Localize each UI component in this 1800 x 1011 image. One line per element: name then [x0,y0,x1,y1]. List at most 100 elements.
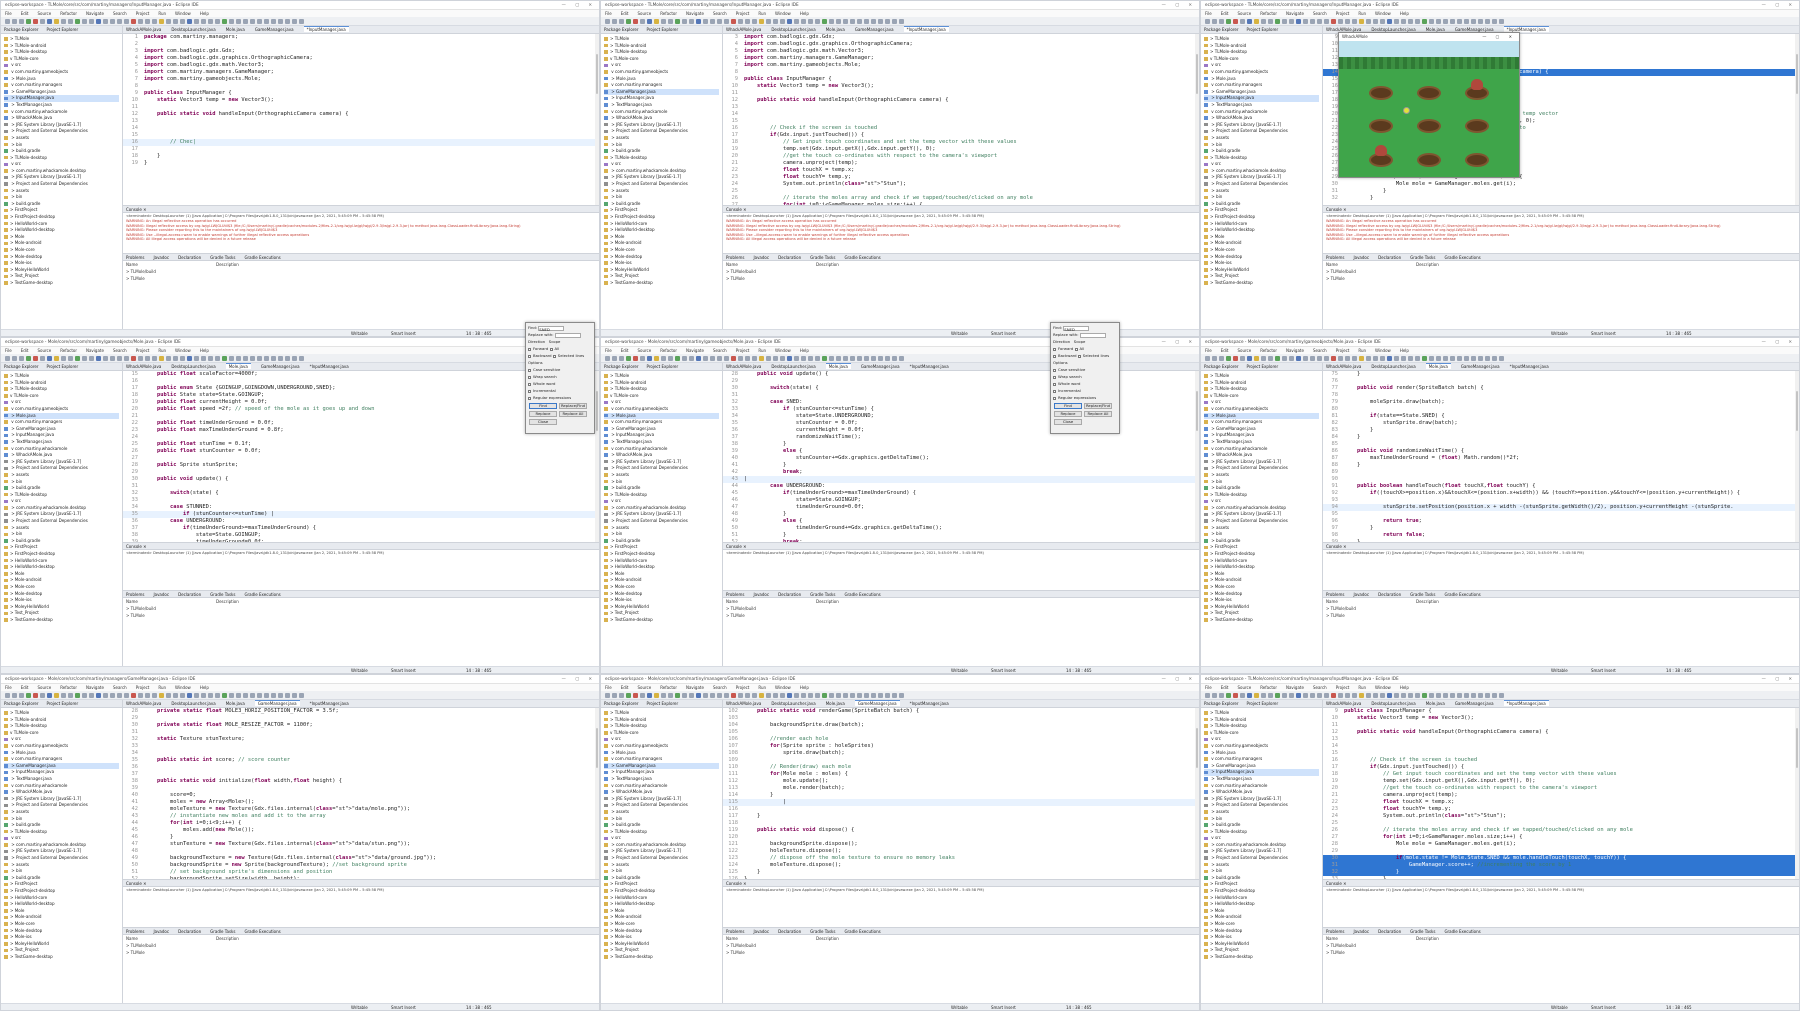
tree-item[interactable]: > Test_Project [604,947,719,954]
toolbar-button-icon[interactable] [724,693,729,698]
game-canvas[interactable] [1339,41,1519,177]
code-line[interactable]: 49 else { [723,518,1199,525]
mole-hole[interactable] [1465,153,1489,167]
tree-item[interactable]: v TLMole-core [604,730,719,737]
tree-item[interactable]: > JRE System Library [JavaSE-1.7] [1204,122,1319,129]
editor-tab[interactable]: GameManager.java [1455,701,1494,706]
tree-item[interactable]: v TLMole-core [4,730,119,737]
tree-item[interactable]: > com.martiny.whackamole.desktop [4,505,119,512]
code-line[interactable]: 116 [723,806,1199,813]
menu-item[interactable]: Window [175,685,191,690]
toolbar-button-icon[interactable] [794,19,799,24]
toolbar-button-icon[interactable] [612,356,617,361]
tree-item[interactable]: > build.gradle [1204,822,1319,829]
tree-item[interactable]: v com.martiny.managers [604,419,719,426]
problems-column[interactable]: Description [216,262,306,267]
tree-item[interactable]: > TLMole-desktop [1204,829,1319,836]
menu-item[interactable]: Project [736,11,750,16]
scroll-thumb[interactable] [1196,728,1198,768]
menu-item[interactable]: Help [800,11,809,16]
menu-item[interactable]: Source [37,685,51,690]
toolbar-button-icon[interactable] [1303,693,1308,698]
problems-tab[interactable]: Javadoc [753,255,769,260]
toolbar-button-icon[interactable] [1478,356,1483,361]
menu-item[interactable]: Source [1237,11,1251,16]
code-line[interactable]: 77 public void render(SpriteBatch batch)… [1323,385,1799,392]
toolbar-button-icon[interactable] [257,19,262,24]
toolbar-button-icon[interactable] [1492,693,1497,698]
tree-item[interactable]: > FirstProject-desktop [1204,551,1319,558]
eclipse-window[interactable]: eclipse-workspace - Mole/core/src/com/ma… [0,337,600,674]
tree-item[interactable]: > HelloWorld-core [604,895,719,902]
scroll-thumb[interactable] [596,728,598,768]
problems-panel[interactable]: Problems Javadoc Declaration Gradle Tasks Gr… [723,591,1199,666]
tree-item[interactable]: > TestGame-desktop [604,954,719,961]
backward-radio[interactable] [1053,354,1056,358]
toolbar-button-icon[interactable] [166,693,171,698]
tree-item[interactable]: > GameManager.java [4,762,119,770]
code-line[interactable]: 7 import com.martiny.gameobjects.Mole; [123,76,599,83]
tree-item[interactable]: > Mole-ios [604,934,719,941]
toolbar-button-icon[interactable] [215,19,220,24]
eclipse-window[interactable]: eclipse-workspace - TLMole/core/src/com/… [1200,674,1800,1011]
scroll-thumb[interactable] [1796,54,1798,94]
problems-item[interactable]: > TLMole/build [123,942,599,949]
package-explorer[interactable]: Package Explorer Project Explorer > TLMole… [1,363,123,666]
toolbar-button-icon[interactable] [1275,356,1280,361]
tree-item[interactable]: > JRE System Library [JavaSE-1.7] [4,796,119,803]
replace-find-button[interactable]: Replace/Find [559,403,587,409]
menu-item[interactable]: Project [1336,348,1350,353]
tree-item[interactable]: > com.martiny.whackamole.desktop [604,842,719,849]
code-line[interactable]: 111 for(Mole mole : moles) { [723,771,1199,778]
code-line[interactable]: 94 stunSprite.setPosition(position.x + w… [1323,504,1799,511]
toolbar-button-icon[interactable] [1338,693,1343,698]
problems-panel[interactable]: Problems Javadoc Declaration Gradle Tasks Gr… [123,254,599,329]
tree-item[interactable]: v src [604,498,719,505]
tree-item[interactable]: > Mole.java [4,750,119,757]
toolbar-button-icon[interactable] [1380,19,1385,24]
tree-item[interactable]: > TLMole-desktop [4,386,119,393]
forward-radio[interactable] [1053,347,1056,351]
tree-item[interactable]: > HelloWorld-desktop [1204,564,1319,571]
code-line[interactable]: 119 public static void dispose() { [723,827,1199,834]
code-line[interactable]: 18 } [123,153,599,160]
tree-item[interactable]: > Test_Project [1204,610,1319,617]
tree-item[interactable]: > Mole [4,571,119,578]
toolbar-button-icon[interactable] [96,356,101,361]
console-tab[interactable]: Console ✕ [723,206,1199,213]
problems-tab[interactable]: Problems [126,255,144,260]
code-line[interactable]: 30 switch(state) { [723,385,1199,392]
tree-item[interactable]: > bin [4,531,119,538]
menu-item[interactable]: Edit [1221,11,1229,16]
toolbar-button-icon[interactable] [717,693,722,698]
toolbar-button-icon[interactable] [1436,356,1441,361]
toolbar-button-icon[interactable] [75,19,80,24]
code-line[interactable]: 113 mole.render(batch); [723,785,1199,792]
scroll-thumb[interactable] [1196,54,1198,94]
code-line[interactable]: 15 [723,118,1199,125]
find-button[interactable]: Find [529,403,557,409]
code-line[interactable]: 12 public static void handleInput(Orthog… [123,111,599,118]
menu-item[interactable]: File [1205,11,1212,16]
toolbar-button-icon[interactable] [857,19,862,24]
tree-item[interactable]: > Mole-desktop [604,591,719,598]
code-line[interactable]: 12 public static void handleInput(Orthog… [723,97,1199,104]
code-line[interactable]: 104 backgroundSprite.draw(batch); [723,722,1199,729]
find-input[interactable]: SNED [538,325,565,332]
toolbar-button-icon[interactable] [738,356,743,361]
tree-item[interactable]: > TLMole-desktop [604,829,719,836]
menu-item[interactable]: Navigate [86,348,104,353]
tree-item[interactable]: > InputManager.java [604,769,719,776]
toolbar-button-icon[interactable] [68,19,73,24]
regex-checkbox[interactable] [528,396,531,400]
explorer-tab[interactable]: Package Explorer [1204,701,1239,706]
toolbar-button-icon[interactable] [640,19,645,24]
tree-item[interactable]: v com.martiny.managers [604,756,719,763]
toolbar-button-icon[interactable] [5,19,10,24]
tree-item[interactable]: > Project and External Dependencies [604,181,719,188]
code-line[interactable]: 27 for(int i=0;i<GameManager.moles.size;… [1323,834,1799,841]
mole-hole[interactable] [1417,86,1441,100]
toolbar-button-icon[interactable] [1366,356,1371,361]
toolbar-button-icon[interactable] [668,356,673,361]
menu-item[interactable]: Run [158,348,166,353]
